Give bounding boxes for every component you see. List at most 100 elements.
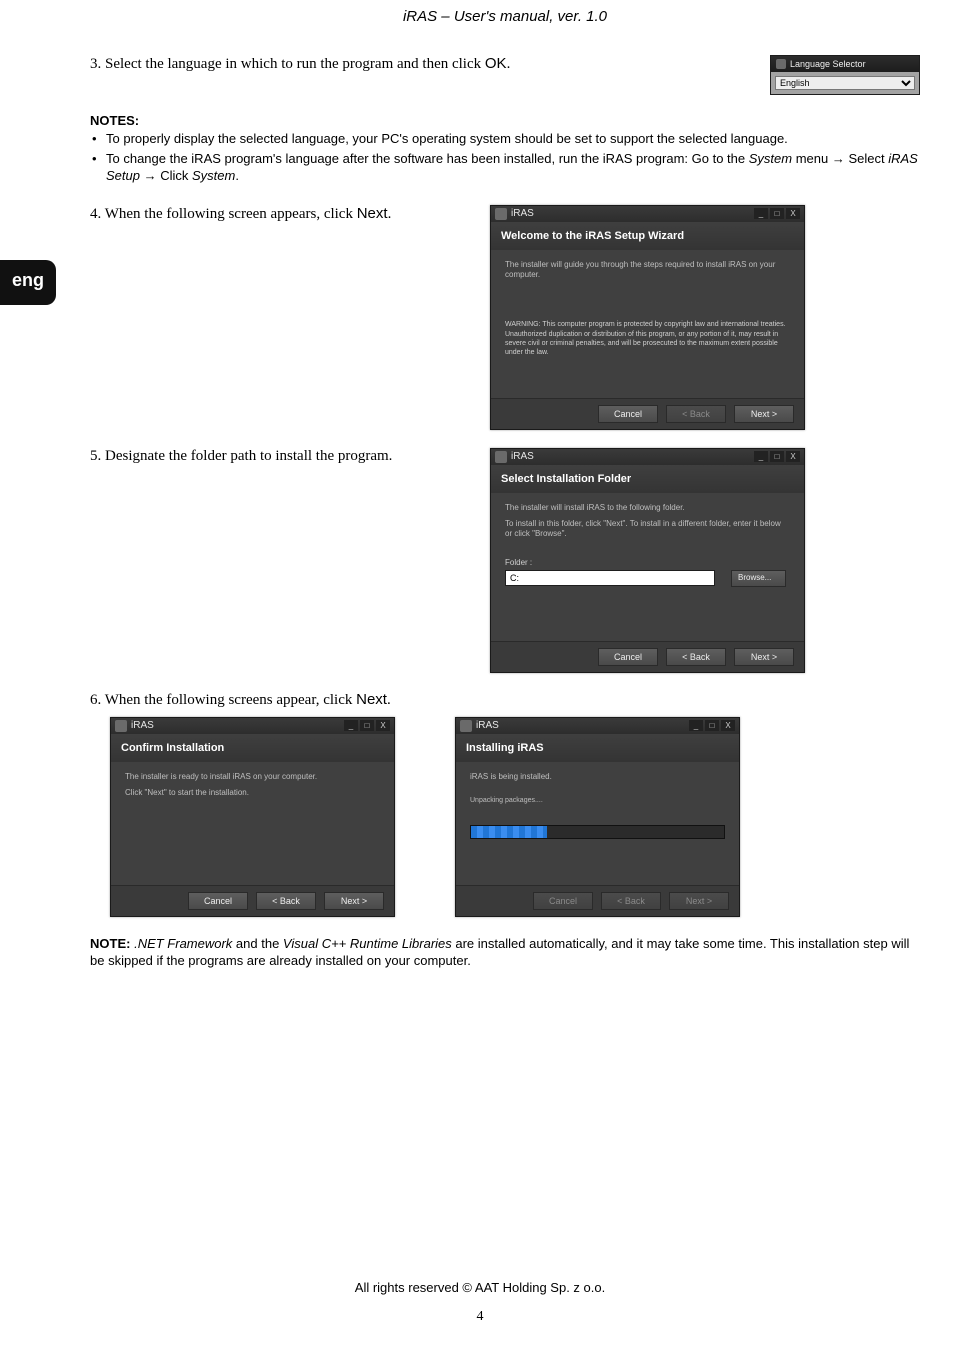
close-icon[interactable]: X — [721, 720, 735, 731]
installing-titlebar: iRAS _ □ X — [456, 718, 739, 734]
step-4-row: 4. When the following screen appears, cl… — [90, 205, 920, 430]
step-6-suffix: . — [387, 692, 391, 708]
step-4-number: 4. — [90, 206, 101, 222]
confirm-line2: Click "Next" to start the installation. — [125, 788, 380, 798]
welcome-dialog: iRAS _ □ X Welcome to the iRAS Setup Wiz… — [490, 205, 805, 430]
cancel-button[interactable]: Cancel — [188, 892, 248, 910]
next-button[interactable]: Next > — [324, 892, 384, 910]
doc-header: iRAS – User's manual, ver. 1.0 — [90, 0, 920, 55]
cancel-button[interactable]: Cancel — [598, 405, 658, 423]
notes-b2-e: → Click — [140, 168, 192, 183]
welcome-titlebar: iRAS _ □ X — [491, 206, 804, 222]
step-4-next: Next — [357, 205, 388, 222]
step-4-text: 4. When the following screen appears, cl… — [90, 205, 490, 223]
folder-line1: The installer will install iRAS to the f… — [505, 503, 790, 513]
app-icon — [495, 451, 507, 463]
language-selector-dialog: Language Selector English — [770, 55, 920, 95]
minimize-icon[interactable]: _ — [344, 720, 358, 731]
step-4-suffix: . — [388, 206, 392, 222]
note-net: .NET Framework — [134, 936, 232, 951]
notes-b2-a: To change the iRAS program's language af… — [106, 151, 749, 166]
back-button[interactable]: < Back — [666, 648, 726, 666]
close-icon[interactable]: X — [376, 720, 390, 731]
progress-fill — [471, 826, 547, 838]
folder-label: Folder : — [505, 558, 790, 568]
minimize-icon[interactable]: _ — [689, 720, 703, 731]
step-4-prefix: When the following screen appears, click — [105, 206, 357, 222]
app-icon — [495, 208, 507, 220]
folder-titlebar: iRAS _ □ X — [491, 449, 804, 465]
welcome-body: The installer will guide you through the… — [491, 250, 804, 398]
step-5-number: 5. — [90, 448, 101, 464]
step-5-body: Designate the folder path to install the… — [105, 448, 392, 464]
close-icon[interactable]: X — [786, 208, 800, 219]
next-button: Next > — [669, 892, 729, 910]
notes-b2-g: . — [235, 168, 239, 183]
close-icon[interactable]: X — [786, 451, 800, 462]
step-6-dialogs: iRAS _ □ X Confirm Installation The inst… — [110, 717, 920, 917]
welcome-heading: Welcome to the iRAS Setup Wizard — [491, 222, 804, 250]
next-button[interactable]: Next > — [734, 405, 794, 423]
welcome-title: iRAS — [511, 208, 754, 219]
installing-line1: iRAS is being installed. — [470, 772, 725, 782]
folder-input[interactable] — [505, 570, 715, 586]
progress-bar — [470, 825, 725, 839]
browse-button[interactable]: Browse... — [731, 570, 786, 586]
installing-body: iRAS is being installed. Unpacking packa… — [456, 762, 739, 885]
confirm-title: iRAS — [131, 720, 344, 731]
folder-footer: Cancel < Back Next > — [491, 641, 804, 672]
step-3-ok: OK — [485, 55, 507, 72]
installing-heading: Installing iRAS — [456, 734, 739, 762]
note-vc: Visual C++ Runtime Libraries — [283, 936, 452, 951]
step-3-number: 3. — [90, 56, 101, 72]
confirm-footer: Cancel < Back Next > — [111, 885, 394, 916]
installing-dialog: iRAS _ □ X Installing iRAS iRAS is being… — [455, 717, 740, 917]
next-button[interactable]: Next > — [734, 648, 794, 666]
confirm-titlebar: iRAS _ □ X — [111, 718, 394, 734]
notes-bullet-1: To properly display the selected languag… — [106, 130, 920, 148]
step-3-text: 3. Select the language in which to run t… — [90, 55, 770, 73]
welcome-body-text: The installer will guide you through the… — [505, 260, 790, 281]
folder-heading: Select Installation Folder — [491, 465, 804, 493]
installing-title: iRAS — [476, 720, 689, 731]
notes-b2-c: menu → Select — [792, 151, 888, 166]
folder-body: The installer will install iRAS to the f… — [491, 493, 804, 641]
folder-line2: To install in this folder, click "Next".… — [505, 519, 790, 540]
note-label: NOTE: — [90, 936, 130, 951]
notes-bullet-2: To change the iRAS program's language af… — [106, 150, 920, 185]
cancel-button: Cancel — [533, 892, 593, 910]
note-bottom: NOTE: .NET Framework and the Visual C++ … — [90, 935, 920, 970]
step-5-text: 5. Designate the folder path to install … — [90, 448, 490, 465]
folder-dialog: iRAS _ □ X Select Installation Folder Th… — [490, 448, 805, 673]
language-dropdown[interactable]: English — [775, 76, 915, 90]
step-6-prefix: When the following screens appear, click — [105, 692, 356, 708]
step-6-text: 6. When the following screens appear, cl… — [90, 691, 920, 709]
page-number: 4 — [0, 1309, 960, 1325]
minimize-icon[interactable]: _ — [754, 208, 768, 219]
maximize-icon[interactable]: □ — [705, 720, 719, 731]
confirm-heading: Confirm Installation — [111, 734, 394, 762]
welcome-warning: WARNING: This computer program is protec… — [505, 320, 790, 356]
maximize-icon[interactable]: □ — [770, 208, 784, 219]
confirm-body: The installer is ready to install iRAS o… — [111, 762, 394, 885]
back-button[interactable]: < Back — [256, 892, 316, 910]
language-selector-titlebar: Language Selector — [771, 56, 919, 72]
minimize-icon[interactable]: _ — [754, 451, 768, 462]
app-icon — [115, 720, 127, 732]
step-3-row: 3. Select the language in which to run t… — [90, 55, 920, 95]
step-3-prefix: Select the language in which to run the … — [105, 56, 485, 72]
notes-block-1: NOTES: To properly display the selected … — [90, 113, 920, 185]
maximize-icon[interactable]: □ — [770, 451, 784, 462]
confirm-line1: The installer is ready to install iRAS o… — [125, 772, 380, 782]
cancel-button[interactable]: Cancel — [598, 648, 658, 666]
step-6-next: Next — [356, 691, 387, 708]
maximize-icon[interactable]: □ — [360, 720, 374, 731]
step-3-suffix: . — [507, 56, 511, 72]
notes-heading: NOTES: — [90, 113, 920, 128]
notes-b2-system1: System — [749, 151, 792, 166]
welcome-footer: Cancel < Back Next > — [491, 398, 804, 429]
back-button: < Back — [601, 892, 661, 910]
language-selector-body: English — [771, 72, 919, 94]
folder-title: iRAS — [511, 451, 754, 462]
app-icon — [776, 59, 786, 69]
